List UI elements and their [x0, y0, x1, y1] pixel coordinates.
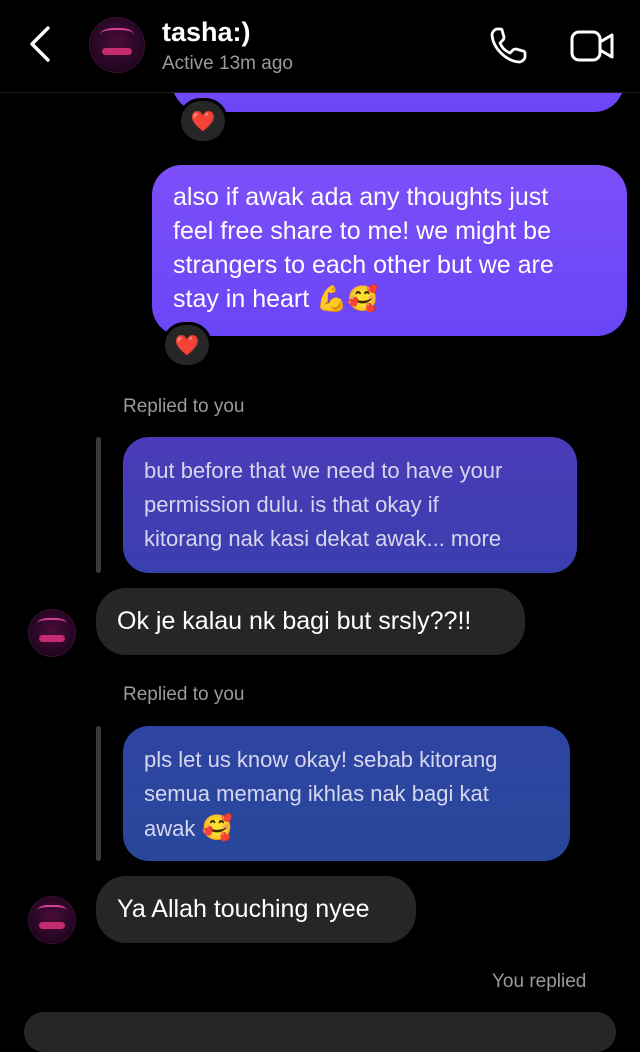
quoted-message[interactable]: pls let us know okay! sebab kitorang sem… [123, 726, 570, 861]
emoji: 🥰 [201, 814, 233, 842]
phone-icon [490, 27, 527, 64]
message-text: Ok je kalau nk bagi but srsly??!! [117, 607, 472, 635]
quoted-line: but before that we need to have your [144, 458, 503, 483]
video-camera-icon [570, 30, 614, 62]
active-status: Active 13m ago [162, 53, 293, 74]
quoted-message[interactable]: but before that we need to have your per… [123, 437, 577, 573]
audio-call-button[interactable] [488, 24, 530, 66]
chat-header: tasha:) Active 13m ago [0, 0, 640, 93]
message-reaction[interactable]: ❤️ [162, 322, 212, 368]
message-line: strangers to each other but we are [173, 251, 554, 279]
emoji: 💪🥰 [316, 285, 379, 313]
contact-avatar[interactable] [89, 17, 145, 73]
contact-name[interactable]: tasha:) [162, 17, 251, 48]
reply-indicator [96, 726, 101, 861]
message-line: feel free share to me! we might be [173, 217, 551, 245]
quoted-message-partial[interactable] [24, 1012, 616, 1052]
received-message-bubble[interactable]: Ok je kalau nk bagi but srsly??!! [96, 588, 525, 655]
reply-label: You replied [492, 971, 587, 992]
message-text: Ya Allah touching nyee [117, 895, 370, 923]
heart-emoji: ❤️ [190, 110, 216, 133]
reply-label: Replied to you [123, 396, 245, 417]
video-call-button[interactable] [568, 26, 616, 66]
message-reaction[interactable]: ❤️ [178, 98, 228, 144]
reply-indicator [96, 437, 101, 573]
quoted-line: awak [144, 816, 196, 841]
contact-avatar[interactable] [28, 896, 76, 944]
reply-label: Replied to you [123, 684, 245, 705]
chevron-left-icon [30, 26, 50, 62]
quoted-line: semua memang ikhlas nak bagi kat [144, 781, 489, 806]
message-line: stay in heart [173, 285, 310, 313]
received-message-bubble[interactable]: Ya Allah touching nyee [96, 876, 416, 943]
sent-message-bubble[interactable]: also if awak ada any thoughts just feel … [152, 165, 627, 336]
contact-avatar[interactable] [28, 609, 76, 657]
quoted-line: pls let us know okay! sebab kitorang [144, 747, 498, 772]
heart-emoji: ❤️ [174, 334, 200, 357]
message-line: also if awak ada any thoughts just [173, 183, 549, 211]
quoted-line: permission dulu. is that okay if [144, 492, 439, 517]
back-button[interactable] [22, 22, 62, 66]
quoted-line: kitorang nak kasi dekat awak... more [144, 526, 502, 551]
